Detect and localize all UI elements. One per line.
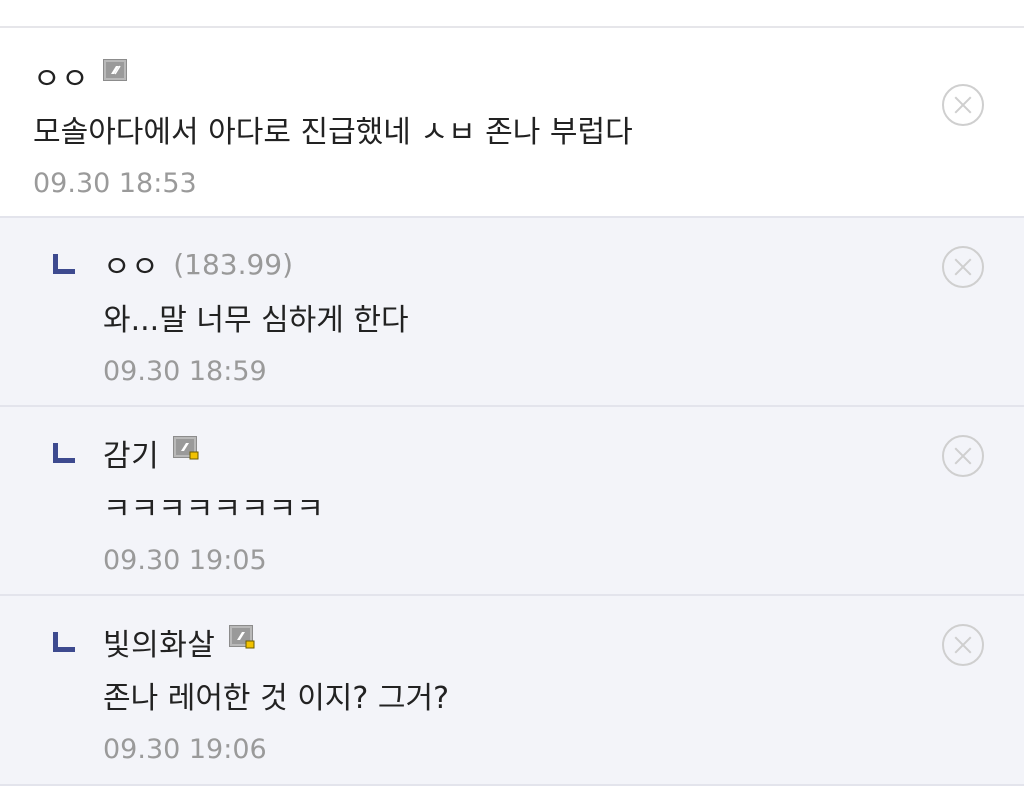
delete-reply-button[interactable]: [942, 624, 984, 666]
reply-nickname[interactable]: 감기: [103, 431, 159, 475]
semi-fixed-nickname-icon: [229, 625, 255, 649]
delete-comment-button[interactable]: [942, 84, 984, 126]
reply-ip: (183.99): [173, 247, 294, 281]
comment-list: ㅇㅇ 모솔아다에서 아다로 진급했네 ㅅㅂ 존나 부럽다 09.30 18:53…: [0, 0, 1024, 796]
reply-item: ㅇㅇ (183.99) 와...말 너무 심하게 한다 09.30 18:59: [0, 218, 1024, 407]
reply-arrow-icon: [53, 443, 75, 463]
comment-timestamp: 09.30 18:53: [33, 168, 197, 199]
reply-header: 감기: [103, 431, 1024, 475]
reply-timestamp: 09.30 19:06: [103, 734, 267, 765]
reply-arrow-icon: [53, 632, 75, 652]
delete-reply-button[interactable]: [942, 246, 984, 288]
reply-text: 와...말 너무 심하게 한다: [103, 303, 409, 338]
reply-item: 빛의화살 존나 레어한 것 이지? 그거? 09.30 19:06: [0, 596, 1024, 786]
reply-text: 존나 레어한 것 이지? 그거?: [103, 681, 449, 716]
reply-arrow-icon: [53, 254, 75, 274]
top-divider: [0, 0, 1024, 28]
reply-item: 감기 ㅋㅋㅋㅋㅋㅋㅋㅋ 09.30 19:05: [0, 407, 1024, 596]
comment-text: 모솔아다에서 아다로 진급했네 ㅅㅂ 존나 부럽다: [33, 115, 633, 150]
semi-fixed-nickname-icon: [173, 436, 199, 460]
reply-header: 빛의화살: [103, 620, 1024, 664]
reply-nickname[interactable]: ㅇㅇ: [103, 242, 159, 286]
comment-item: ㅇㅇ 모솔아다에서 아다로 진급했네 ㅅㅂ 존나 부럽다 09.30 18:53: [0, 28, 1024, 218]
comment-header: ㅇㅇ: [33, 54, 1024, 98]
reply-nickname[interactable]: 빛의화살: [103, 620, 215, 664]
delete-reply-button[interactable]: [942, 435, 984, 477]
reply-header: ㅇㅇ (183.99): [103, 242, 1024, 286]
reply-text: ㅋㅋㅋㅋㅋㅋㅋㅋ: [103, 492, 324, 527]
reply-timestamp: 09.30 18:59: [103, 356, 267, 387]
comment-nickname[interactable]: ㅇㅇ: [33, 54, 89, 98]
reply-timestamp: 09.30 19:05: [103, 545, 267, 576]
fixed-nickname-icon: [103, 59, 129, 83]
